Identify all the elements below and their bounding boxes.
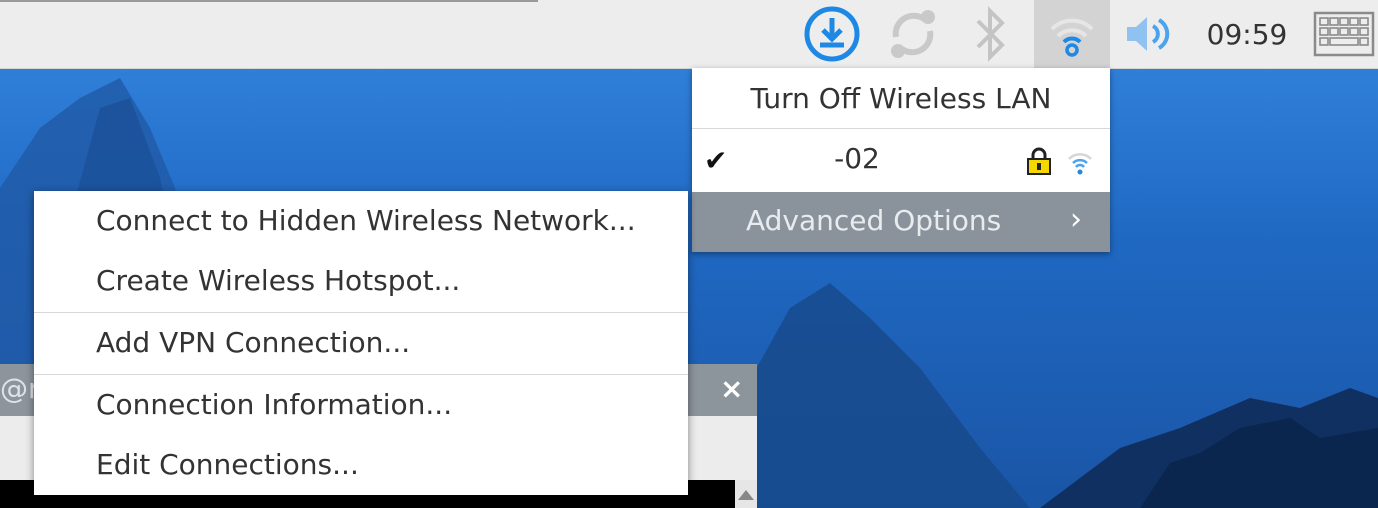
taskbar: 09:59 — [0, 0, 1378, 69]
taskbar-divider — [0, 0, 538, 2]
wifi-icon — [1050, 18, 1094, 57]
edit-connections-label: Edit Connections... — [96, 448, 359, 481]
sync-icon — [891, 10, 935, 58]
connection-information-item[interactable]: Connection Information... — [34, 375, 688, 435]
add-vpn-label: Add VPN Connection... — [96, 326, 411, 359]
volume-icon — [1127, 17, 1170, 51]
add-vpn-item[interactable]: Add VPN Connection... — [34, 313, 688, 373]
connect-hidden-network-item[interactable]: Connect to Hidden Wireless Network... — [34, 191, 688, 251]
connect-hidden-network-label: Connect to Hidden Wireless Network... — [96, 204, 636, 237]
keyboard-icon — [1313, 11, 1375, 57]
advanced-options-menu: Connect to Hidden Wireless Network... Cr… — [34, 191, 688, 495]
edit-connections-item[interactable]: Edit Connections... — [34, 435, 688, 495]
advanced-options-item[interactable]: Advanced Options › — [692, 192, 1110, 252]
bluetooth-icon — [976, 6, 1005, 62]
turn-off-wireless-item[interactable]: Turn Off Wireless LAN — [692, 68, 1110, 129]
turn-off-wireless-label: Turn Off Wireless LAN — [750, 81, 1052, 115]
create-hotspot-label: Create Wireless Hotspot... — [96, 264, 461, 297]
chevron-right-icon: › — [1070, 202, 1082, 237]
network-menu: Turn Off Wireless LAN ✔ -02 Advanced Opt… — [692, 68, 1110, 252]
clock[interactable]: 09:59 — [1192, 0, 1302, 68]
volume-button[interactable] — [1118, 0, 1178, 68]
create-hotspot-item[interactable]: Create Wireless Hotspot... — [34, 251, 688, 311]
wifi-button[interactable] — [1034, 0, 1110, 68]
network-item[interactable]: ✔ -02 — [692, 130, 1110, 190]
signal-strength-icon — [1068, 152, 1092, 175]
scroll-up-icon[interactable] — [738, 490, 754, 500]
scrollbar[interactable] — [735, 480, 757, 508]
advanced-options-label: Advanced Options — [746, 204, 1002, 237]
keyboard-button[interactable] — [1310, 0, 1378, 68]
download-update-icon — [804, 6, 860, 62]
bluetooth-button[interactable] — [958, 0, 1022, 68]
update-button[interactable] — [800, 0, 864, 68]
lock-icon — [1027, 147, 1051, 175]
sync-button[interactable] — [878, 0, 948, 68]
connection-information-label: Connection Information... — [96, 388, 453, 421]
network-ssid: -02 — [834, 142, 880, 175]
close-icon[interactable]: × — [720, 372, 743, 405]
